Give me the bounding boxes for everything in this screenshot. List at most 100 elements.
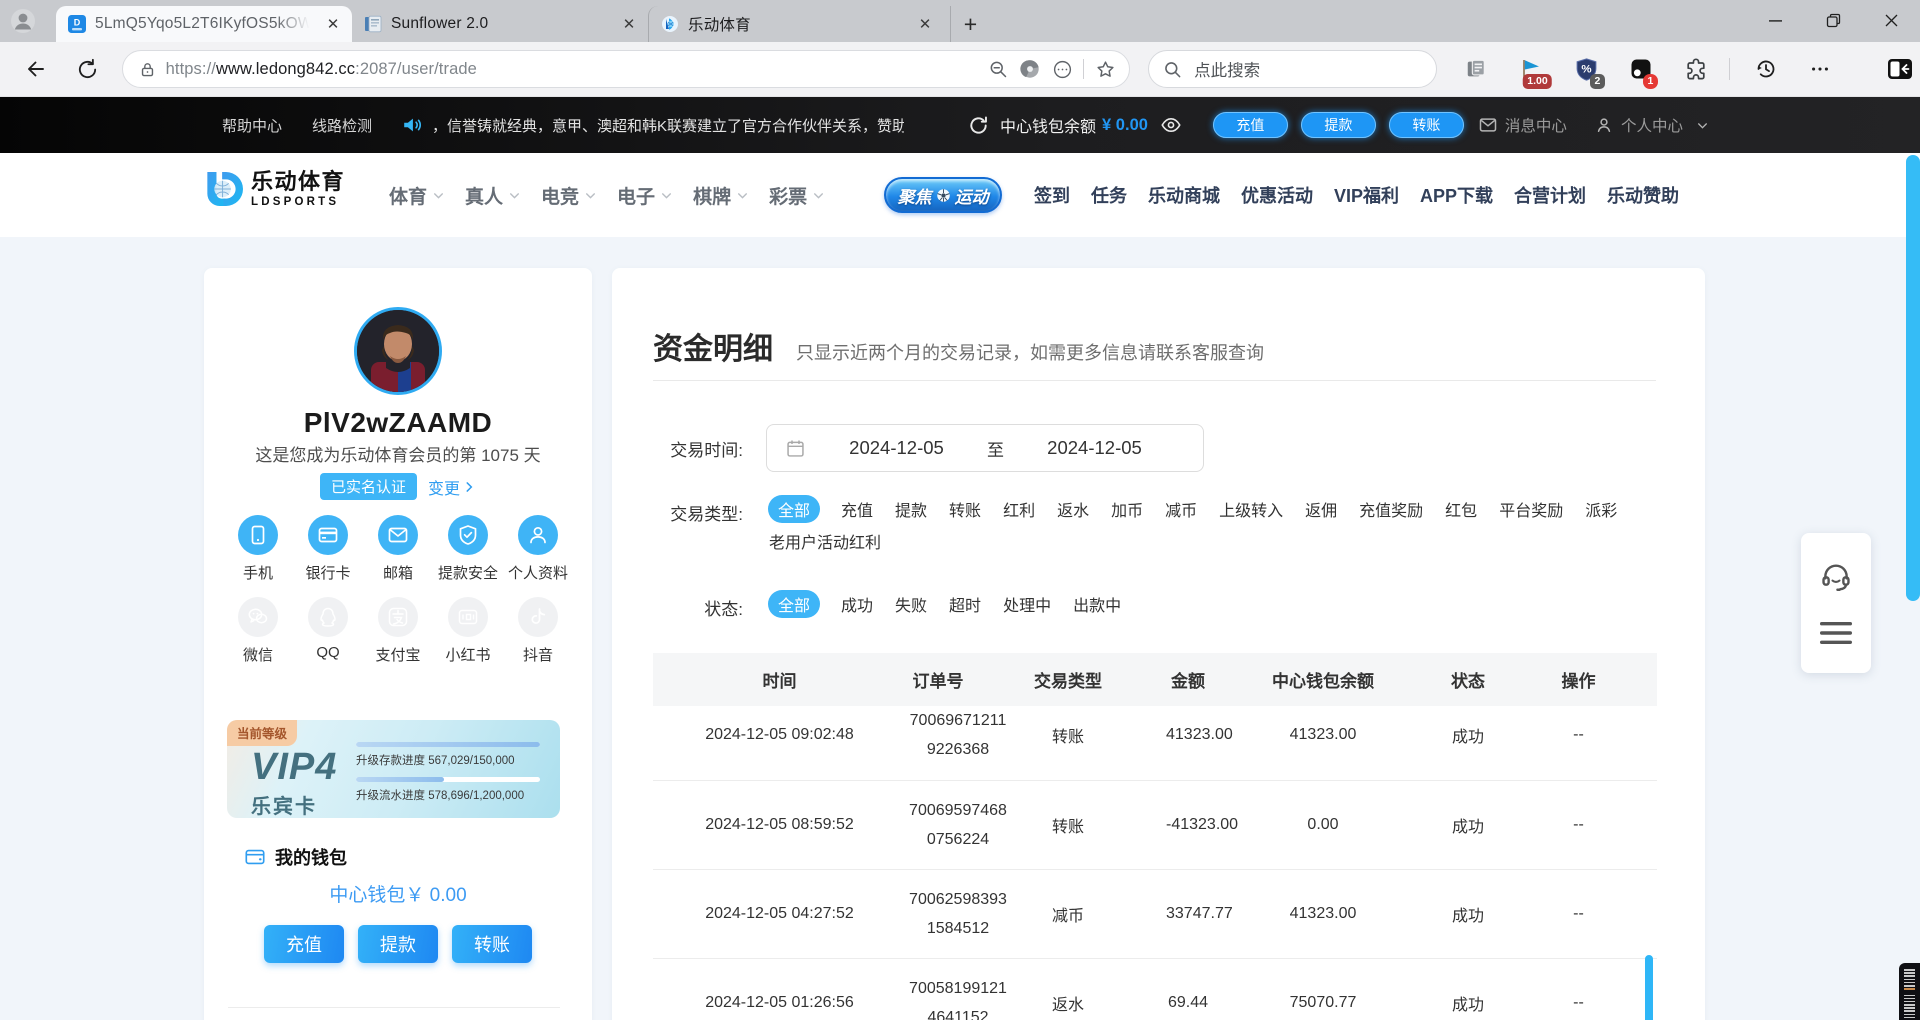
window-close-button[interactable] <box>1862 0 1920 40</box>
wallet-action-button[interactable]: 提款 <box>358 925 438 963</box>
extensions-menu-button[interactable] <box>1683 56 1709 82</box>
nav-link[interactable]: 任务 <box>1091 182 1127 208</box>
nav-menu-item[interactable]: 电竞 <box>541 182 597 209</box>
security-item-icon-circle <box>448 597 488 637</box>
nav-menu-item[interactable]: 电子 <box>617 182 673 209</box>
flag-extension-button[interactable]: 1.00 <box>1518 56 1544 82</box>
tab-close-icon[interactable]: ✕ <box>620 15 638 33</box>
tab-close-icon[interactable]: ✕ <box>916 15 934 33</box>
focus-sports-badge[interactable]: 聚焦 运动 <box>884 177 1002 213</box>
type-chip[interactable]: 上级转入 <box>1218 495 1284 523</box>
nav-menu-item[interactable]: 棋牌 <box>693 182 749 209</box>
user-avatar[interactable] <box>354 307 442 395</box>
browser-tab[interactable]: 乐动体育 ✕ <box>648 6 944 42</box>
quick-search-box[interactable]: 点此搜索 <box>1148 50 1437 88</box>
shield-extension-button[interactable]: % 2 <box>1573 56 1599 82</box>
page-scrollbar-thumb[interactable] <box>1906 155 1920 601</box>
address-bar[interactable]: https://www.ledong842.cc:2087/user/trade <box>122 50 1131 88</box>
nav-link[interactable]: 合营计划 <box>1514 182 1586 208</box>
table-scrollbar-thumb[interactable] <box>1645 955 1653 1020</box>
type-chip[interactable]: 提款 <box>894 495 928 523</box>
change-avatar-link[interactable]: 变更 <box>428 475 476 499</box>
nav-menu-item[interactable]: 体育 <box>389 182 445 209</box>
type-chip[interactable]: 全部 <box>768 495 820 523</box>
type-chip[interactable]: 派彩 <box>1584 495 1618 523</box>
nav-menu-item[interactable]: 真人 <box>465 182 521 209</box>
status-chip[interactable]: 失败 <box>894 590 928 618</box>
copilot-sidebar-button[interactable] <box>1880 49 1920 89</box>
topbar-wallet-button[interactable]: 转账 <box>1389 112 1464 138</box>
security-item-icon-circle <box>238 515 278 555</box>
tab-close-icon[interactable]: ✕ <box>324 15 342 33</box>
window-minimize-button[interactable] <box>1746 0 1804 40</box>
type-chip[interactable]: 返佣 <box>1304 495 1338 523</box>
nav-link[interactable]: 签到 <box>1034 182 1070 208</box>
browser-tab[interactable]: 5LmQ5Yqo5L2T6IKyfOS5kOWKqO ✕ <box>56 6 352 42</box>
type-chip[interactable]: 红包 <box>1444 495 1478 523</box>
security-item[interactable]: 银行卡 <box>293 515 363 597</box>
status-chip[interactable]: 超时 <box>948 590 982 618</box>
security-item[interactable]: 个人资料 <box>503 515 573 597</box>
nav-link[interactable]: VIP福利 <box>1334 182 1399 208</box>
date-range-picker[interactable]: 2024-12-05 至 2024-12-05 <box>766 424 1204 472</box>
announcement-marquee: ，信誉铸就经典，意甲、澳超和韩K联赛建立了官方合作伙伴关系，赞助 <box>432 115 904 136</box>
status-chip[interactable]: 出款中 <box>1072 590 1122 618</box>
favorite-star-icon[interactable] <box>1089 53 1121 85</box>
security-item[interactable]: 提款安全 <box>433 515 503 597</box>
history-button[interactable] <box>1746 49 1786 89</box>
nav-link[interactable]: 优惠活动 <box>1241 182 1313 208</box>
status-chip[interactable]: 处理中 <box>1002 590 1052 618</box>
topbar-wallet-button[interactable]: 充值 <box>1213 112 1288 138</box>
security-item[interactable]: 手机 <box>223 515 293 597</box>
help-center-link[interactable]: 帮助中心 <box>222 115 282 136</box>
browser-profile-button[interactable] <box>0 0 46 42</box>
status-chip[interactable]: 成功 <box>840 590 874 618</box>
cell-amount: 33747.77 <box>1166 870 1210 959</box>
type-chip[interactable]: 加币 <box>1110 495 1144 523</box>
wallet-action-button[interactable]: 充值 <box>264 925 344 963</box>
personal-center-link[interactable]: 个人中心 <box>1594 114 1709 136</box>
wallet-action-button[interactable]: 转账 <box>452 925 532 963</box>
message-center-link[interactable]: 消息中心 <box>1478 114 1567 136</box>
type-chip[interactable]: 老用户活动红利 <box>768 527 882 555</box>
split-screen-button[interactable] <box>1463 56 1489 82</box>
dark-app-extension-button[interactable]: 1 <box>1628 56 1654 82</box>
customer-service-headset-icon[interactable] <box>1819 560 1853 594</box>
security-item[interactable]: QQ <box>293 597 363 679</box>
type-chip[interactable]: 返水 <box>1056 495 1090 523</box>
nav-link[interactable]: 乐动赞助 <box>1607 182 1679 208</box>
more-site-options-icon[interactable] <box>1046 53 1078 85</box>
type-chip[interactable]: 充值奖励 <box>1358 495 1424 523</box>
security-item[interactable]: 邮箱 <box>363 515 433 597</box>
tracking-prevention-icon[interactable] <box>1014 53 1046 85</box>
security-item[interactable]: 支付宝 <box>363 597 433 679</box>
back-button[interactable] <box>16 49 56 89</box>
line-check-link[interactable]: 线路检测 <box>312 115 372 136</box>
date-to-value[interactable]: 2024-12-05 <box>1004 437 1185 459</box>
type-chip[interactable]: 红利 <box>1002 495 1036 523</box>
zoom-out-icon[interactable] <box>982 53 1014 85</box>
refresh-balance-icon[interactable] <box>967 114 990 137</box>
nav-link[interactable]: APP下载 <box>1420 182 1493 208</box>
type-chip[interactable]: 充值 <box>840 495 874 523</box>
security-item[interactable]: 微信 <box>223 597 293 679</box>
nav-menu-item[interactable]: 彩票 <box>769 182 825 209</box>
security-item[interactable]: 小红书 <box>433 597 503 679</box>
reload-button[interactable] <box>68 49 108 89</box>
brand-logo[interactable]: 乐动体育 LDSPORTS <box>203 169 345 208</box>
type-chip[interactable]: 转账 <box>948 495 982 523</box>
floating-menu-icon[interactable] <box>1818 620 1854 646</box>
security-item[interactable]: 抖音 <box>503 597 573 679</box>
type-chip[interactable]: 减币 <box>1164 495 1198 523</box>
topbar-wallet-button[interactable]: 提款 <box>1301 112 1376 138</box>
new-tab-button[interactable]: + <box>950 6 990 42</box>
type-chip[interactable]: 平台奖励 <box>1498 495 1564 523</box>
window-restore-button[interactable] <box>1804 0 1862 40</box>
nav-link[interactable]: 乐动商城 <box>1148 182 1220 208</box>
browser-menu-button[interactable] <box>1800 49 1840 89</box>
status-chip[interactable]: 全部 <box>768 590 820 618</box>
toggle-balance-eye-icon[interactable] <box>1160 114 1182 136</box>
browser-tab[interactable]: Sunflower 2.0 ✕ <box>352 6 648 42</box>
date-from-value[interactable]: 2024-12-05 <box>806 437 987 459</box>
funds-table-header-cell: 中心钱包余额 <box>1210 653 1436 706</box>
